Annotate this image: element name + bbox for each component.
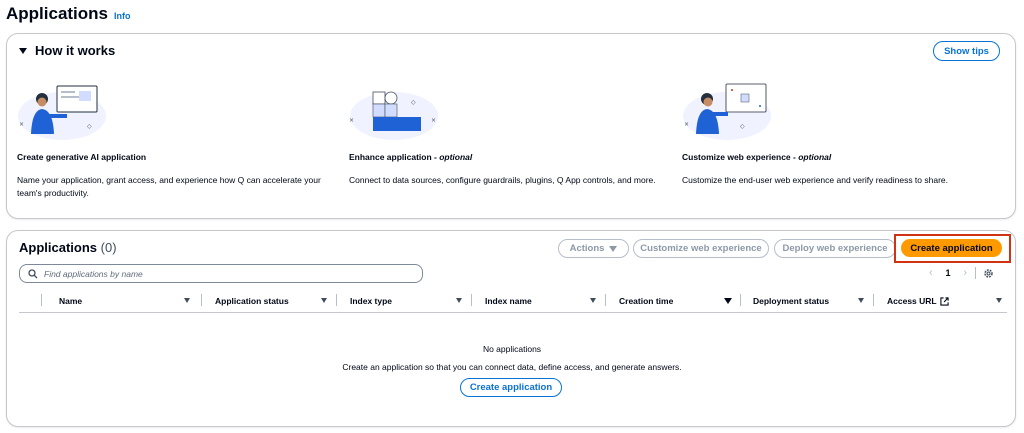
- column-divider: [873, 294, 874, 306]
- svg-text:×: ×: [349, 117, 354, 124]
- empty-state-description: Create an application so that you can co…: [342, 362, 682, 372]
- pagination: ‹ 1 ›: [929, 267, 994, 279]
- column-divider: [201, 294, 202, 306]
- column-divider: [41, 294, 42, 306]
- empty-state-title: No applications: [482, 344, 542, 354]
- search-icon: [28, 268, 38, 278]
- page-title: Applications Info: [6, 4, 131, 24]
- caret-down-icon: [609, 245, 618, 252]
- sort-icon[interactable]: [184, 298, 190, 303]
- info-link[interactable]: Info: [114, 11, 131, 21]
- deploy-web-experience-button[interactable]: Deploy web experience: [774, 239, 896, 258]
- page-number[interactable]: 1: [941, 268, 955, 278]
- create-application-illustration: × ◇: [18, 85, 106, 140]
- sort-icon[interactable]: [321, 298, 327, 303]
- column-header-index-type[interactable]: Index type: [350, 296, 392, 306]
- svg-text:◇: ◇: [87, 123, 92, 130]
- how-it-works-toggle[interactable]: How it works: [19, 43, 115, 58]
- column-header-index-name[interactable]: Index name: [485, 296, 532, 306]
- step-2-title: Enhance application - optional: [349, 152, 473, 162]
- search-input[interactable]: Find applications by name: [19, 264, 423, 283]
- column-divider: [605, 294, 606, 306]
- svg-text:×: ×: [431, 117, 436, 124]
- step-1-title: Create generative AI application: [17, 152, 147, 162]
- sort-icon[interactable]: [996, 298, 1002, 303]
- sort-descending-icon[interactable]: [724, 298, 732, 304]
- column-header-deployment-status[interactable]: Deployment status: [753, 296, 829, 306]
- column-header-name[interactable]: Name: [59, 296, 82, 306]
- highlight-box: [894, 234, 1011, 263]
- svg-text:◇: ◇: [740, 123, 745, 130]
- how-it-works-title: How it works: [35, 43, 116, 58]
- applications-table-title: Applications (0): [19, 240, 117, 255]
- chevron-left-icon[interactable]: ‹: [929, 267, 941, 279]
- step-3-title: Customize web experience - optional: [682, 152, 832, 162]
- actions-dropdown[interactable]: Actions: [558, 239, 629, 258]
- svg-text:◇: ◇: [411, 99, 416, 106]
- column-header-access-url[interactable]: Access URL: [887, 296, 949, 306]
- show-tips-button[interactable]: Show tips: [933, 41, 1000, 61]
- column-divider: [471, 294, 472, 306]
- gear-icon[interactable]: [983, 268, 994, 279]
- empty-create-application-button[interactable]: Create application: [460, 378, 562, 397]
- enhance-application-illustration: ◇ × ×: [349, 91, 438, 140]
- step-1-description: Name your application, grant access, and…: [17, 175, 321, 198]
- column-header-creation-time[interactable]: Creation time: [619, 296, 673, 306]
- sort-icon[interactable]: [858, 298, 864, 303]
- column-divider: [336, 294, 337, 306]
- step-3-description: Customize the end-user web experience an…: [682, 175, 949, 185]
- customize-web-experience-illustration: × ◇: [683, 83, 771, 140]
- page-title-text: Applications: [6, 4, 109, 23]
- svg-text:×: ×: [684, 121, 689, 128]
- step-2-description: Connect to data sources, configure guard…: [349, 175, 656, 185]
- column-header-application-status[interactable]: Application status: [215, 296, 289, 306]
- search-placeholder: Find applications by name: [44, 268, 143, 279]
- customize-web-experience-button[interactable]: Customize web experience: [633, 239, 769, 258]
- sort-icon[interactable]: [456, 298, 462, 303]
- svg-text:×: ×: [19, 121, 24, 128]
- applications-count: (0): [100, 240, 117, 255]
- caret-down-icon: [19, 47, 27, 54]
- column-divider: [740, 294, 741, 306]
- table-header: Name Application status Index type Index…: [19, 291, 1007, 313]
- how-it-works-panel: How it works Show tips × ◇ Create genera…: [6, 33, 1016, 219]
- sort-icon[interactable]: [590, 298, 596, 303]
- pager-divider: [975, 267, 976, 279]
- chevron-right-icon[interactable]: ›: [955, 267, 967, 279]
- external-link-icon: [939, 296, 949, 306]
- applications-table-panel: Applications (0) Actions Customize web e…: [6, 230, 1016, 427]
